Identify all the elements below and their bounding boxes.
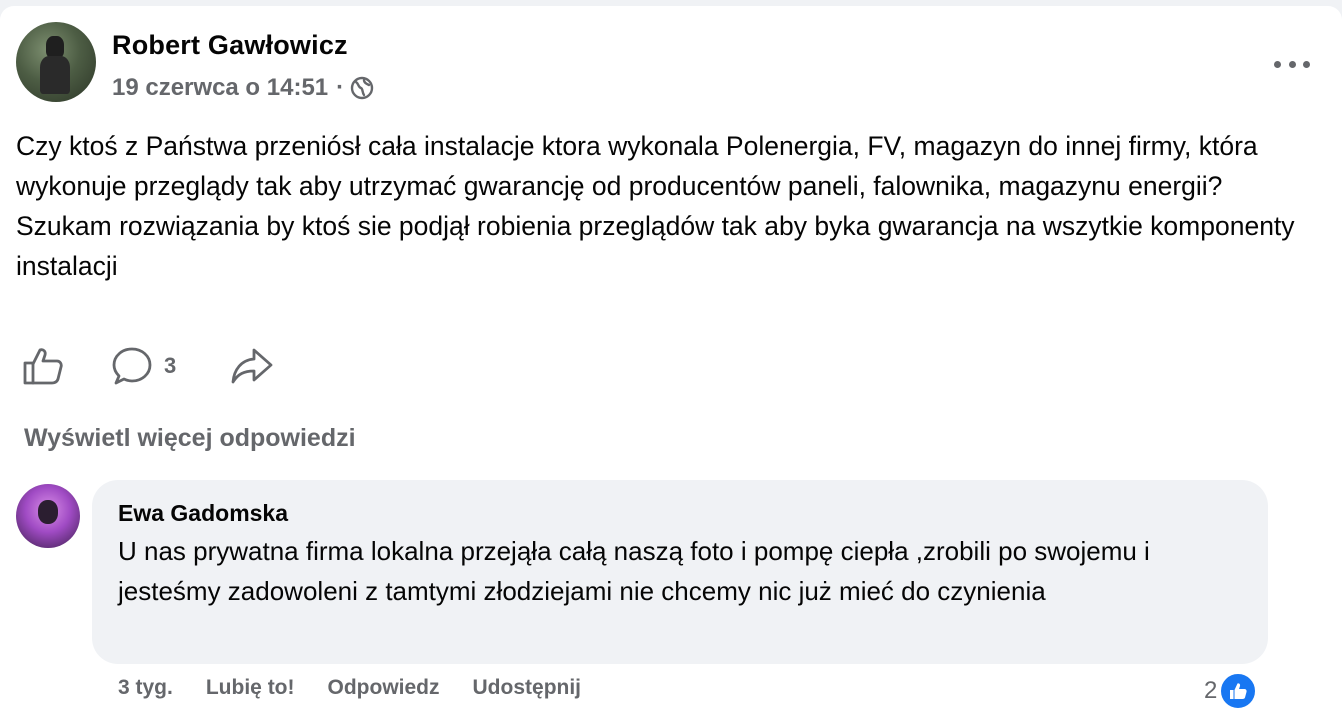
globe-icon [350,76,374,100]
post-text: Czy ktoś z Państwa przeniósł cała instal… [16,131,1295,281]
comment-actions: 3 tyg. Lubię to! Odpowiedz Udostępnij [118,676,614,700]
reaction-count: 2 [1204,677,1218,704]
view-more-replies-link[interactable]: Wyświetl więcej odpowiedzi [24,424,356,453]
comment-text: U nas prywatna firma lokalna przejąła ca… [118,536,1150,606]
dot-icon [1303,60,1310,68]
dot-icon [1274,60,1281,68]
more-options-button[interactable] [1274,56,1310,72]
comment-count: 3 [164,353,177,378]
comment-age[interactable]: 3 tyg. [118,676,173,700]
comment-icon [112,346,154,386]
post-timestamp[interactable]: 19 czerwca o 14:51 [112,74,328,102]
comment-reply-button[interactable]: Odpowiedz [328,676,440,700]
post-author[interactable]: Robert Gawłowicz [112,30,348,61]
dot-icon [1288,60,1296,68]
comment-button[interactable]: 3 [112,346,176,386]
like-button[interactable] [22,346,64,386]
comment-share-button[interactable]: Udostępnij [473,676,582,700]
meta-separator: · [336,74,345,101]
share-button[interactable] [230,346,274,386]
comment-reactions[interactable]: 2 [1204,672,1258,710]
post-meta: 19 czerwca o 14:51 · [112,74,374,102]
share-arrow-icon [230,346,274,386]
like-reaction-icon [1219,672,1258,710]
comment-author[interactable]: Ewa Gadomska [118,500,288,527]
comment-like-button[interactable]: Lubię to! [206,676,295,700]
thumbs-up-icon [22,346,64,386]
commenter-avatar[interactable] [16,484,80,548]
author-avatar[interactable] [16,22,96,102]
